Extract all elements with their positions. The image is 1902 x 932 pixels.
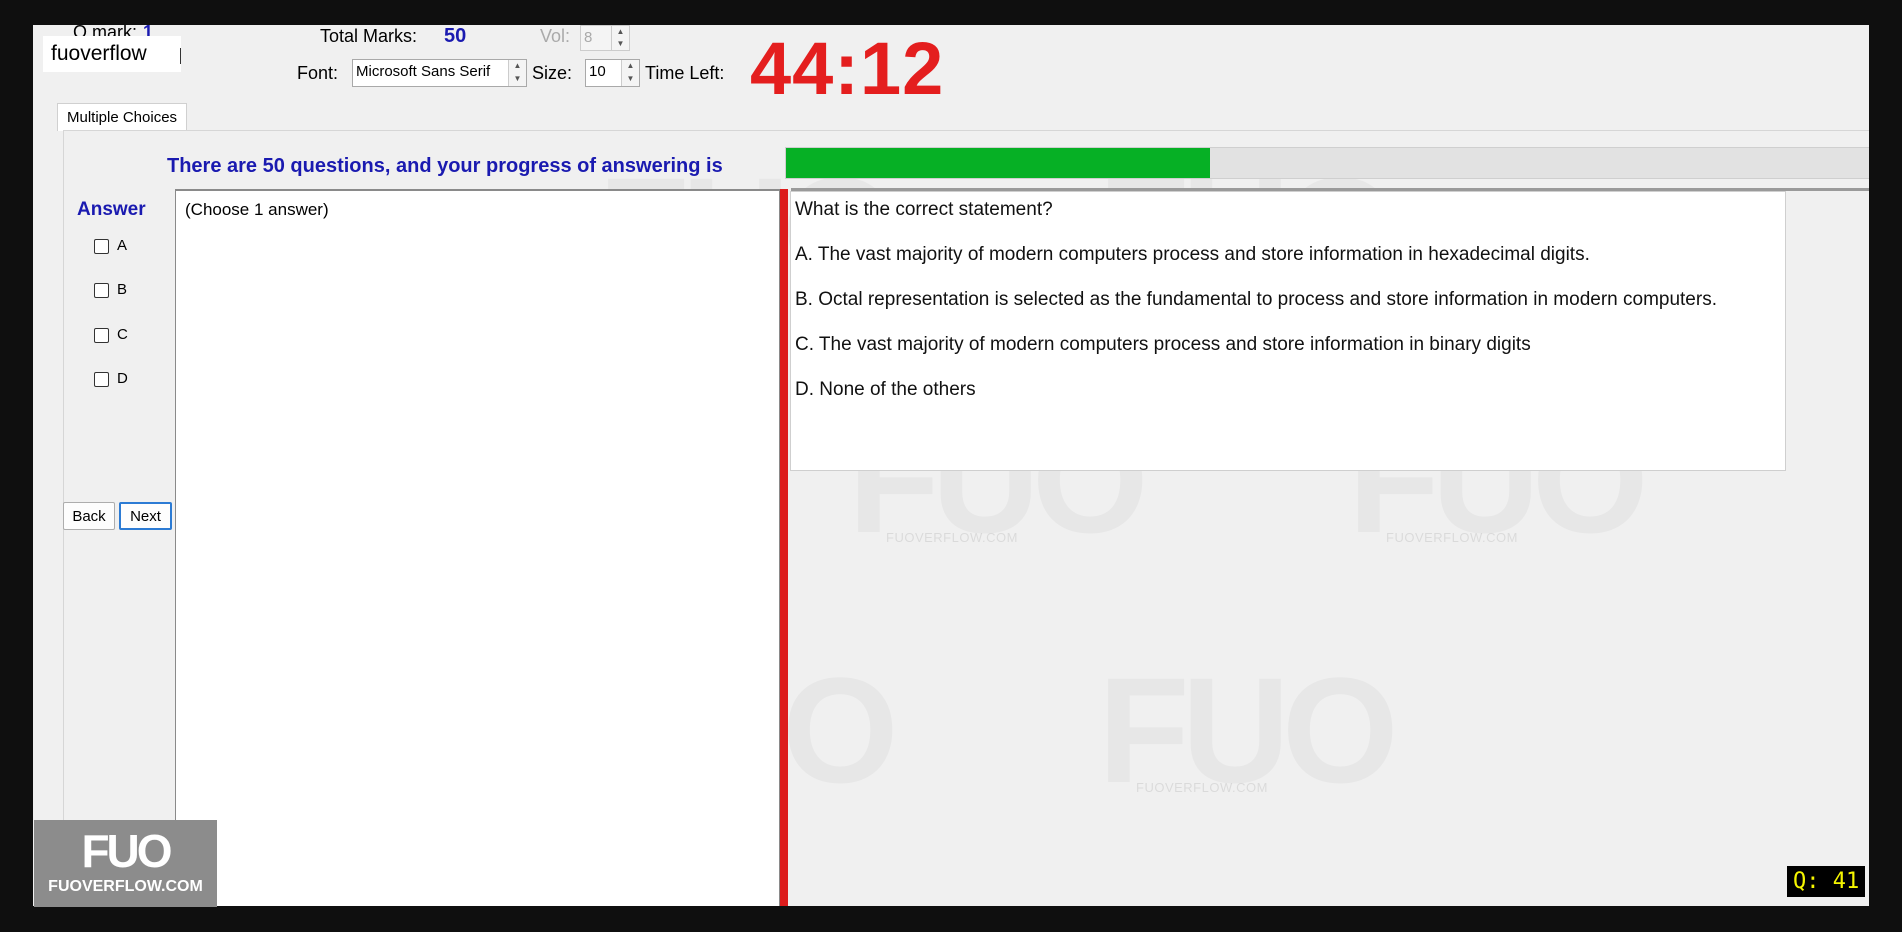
spin-down-icon[interactable]: ▼ [612, 38, 629, 50]
size-spinner-arrows[interactable]: ▲ ▼ [621, 60, 639, 86]
vol-spinner-arrows[interactable]: ▲ ▼ [611, 26, 629, 50]
progress-bar [785, 147, 1869, 179]
checkbox-d[interactable] [94, 371, 109, 387]
exam-window: FUO FUO FUO FUO FUO FUO FUO FUOVERFLOW.C… [33, 25, 1869, 906]
tab-multiple-choices[interactable]: Multiple Choices [57, 103, 188, 131]
vol-value: 8 [584, 29, 593, 46]
time-left-timer: 44:12 [750, 27, 945, 110]
checkbox-b[interactable] [94, 282, 109, 298]
font-value: Microsoft Sans Serif [356, 63, 491, 80]
choose-hint: (Choose 1 answer) [185, 200, 329, 219]
font-label: Font: [297, 63, 339, 83]
answer-option-b[interactable]: B [94, 280, 127, 302]
font-spinner-arrows[interactable]: ▲ ▼ [508, 60, 526, 86]
answer-option-label: C [117, 326, 128, 344]
size-value: 10 [589, 63, 606, 80]
answer-notes-area[interactable]: (Choose 1 answer) [175, 189, 780, 906]
font-selector[interactable]: Microsoft Sans Serif ▲ ▼ [352, 59, 527, 87]
answer-option-label: B [117, 281, 128, 299]
back-button[interactable]: Back [63, 502, 115, 530]
progress-bar-fill [786, 148, 1211, 178]
spin-up-icon[interactable]: ▲ [622, 60, 639, 73]
question-option-d: D. None of the others [795, 379, 976, 400]
time-left-label: Time Left: [645, 63, 725, 83]
logo-caption: FUOVERFLOW.COM [48, 878, 203, 895]
vol-spinner[interactable]: 8 ▲ ▼ [580, 25, 630, 51]
size-spinner[interactable]: 10 ▲ ▼ [585, 59, 640, 87]
answer-option-c[interactable]: C [94, 325, 128, 347]
answer-title: Answer [77, 199, 146, 220]
question-option-c: C. The vast majority of modern computers… [795, 334, 1531, 355]
question-panel: What is the correct statement? A. The va… [790, 188, 1869, 471]
spin-down-icon[interactable]: ▼ [509, 73, 526, 86]
text-cursor [180, 48, 181, 64]
answer-option-d[interactable]: D [94, 369, 128, 391]
answer-option-label: A [117, 237, 128, 255]
panel-top-border [791, 188, 1869, 191]
spin-down-icon[interactable]: ▼ [622, 73, 639, 86]
progress-text: There are 50 questions, and your progres… [167, 155, 723, 177]
question-option-a: A. The vast majority of modern computers… [795, 244, 1590, 265]
question-number-badge: Q: 41 [1787, 866, 1866, 897]
splitter-divider[interactable] [780, 189, 788, 906]
question-text: What is the correct statement? [795, 199, 1053, 220]
next-button[interactable]: Next [119, 502, 172, 530]
size-label: Size: [532, 63, 573, 83]
vol-label: Vol: [540, 26, 571, 46]
logo-mark: FUO [81, 825, 172, 877]
brand-text: fuoverflow [51, 42, 147, 65]
brand-label: fuoverflow [43, 36, 181, 72]
answer-option-label: D [117, 370, 128, 388]
checkbox-a[interactable] [94, 238, 109, 254]
total-marks-label: Total Marks: [320, 26, 418, 46]
question-option-b: B. Octal representation is selected as t… [795, 289, 1717, 310]
spin-up-icon[interactable]: ▲ [509, 60, 526, 73]
checkbox-c[interactable] [94, 327, 109, 343]
answer-option-a[interactable]: A [94, 236, 127, 258]
total-marks-value: 50 [444, 25, 467, 47]
fuoverflow-logo: FUO FUOVERFLOW.COM [34, 820, 217, 907]
spin-up-icon[interactable]: ▲ [612, 26, 629, 38]
